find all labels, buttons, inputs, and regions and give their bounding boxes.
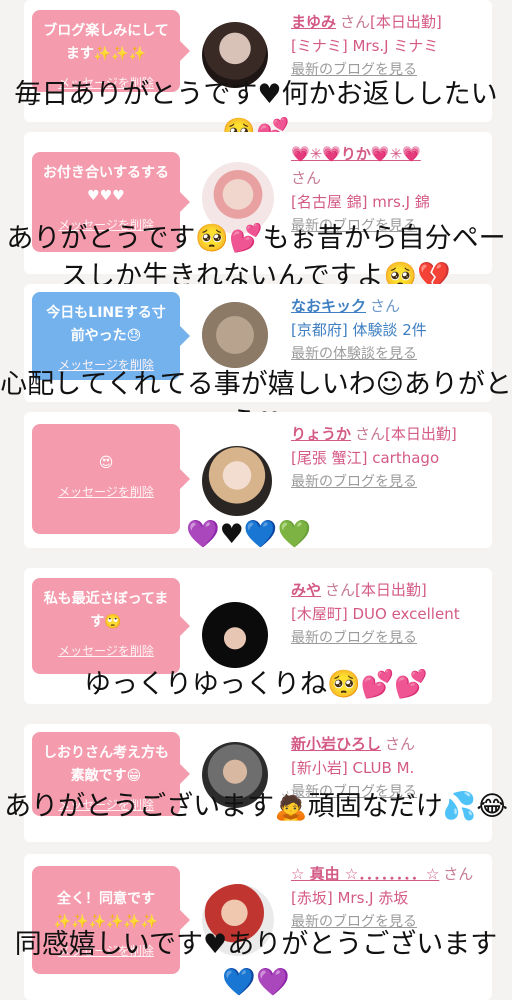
sender-info: まゆみ さん[本日出勤] [ミナミ] Mrs.J ミナミ 最新のブログを見る	[291, 10, 486, 82]
honorific: さん	[385, 735, 416, 753]
shop-label: [赤坂] Mrs.J 赤坂	[291, 889, 409, 907]
honorific: さん	[355, 425, 386, 443]
avatar[interactable]	[202, 602, 268, 668]
message-text: 😍	[98, 455, 114, 471]
sender-name[interactable]: なおキック	[291, 297, 366, 315]
message-text: 今日もLINEする寸前やった😓	[46, 305, 166, 344]
sender-name[interactable]: まゆみ	[291, 13, 336, 31]
shop-label: [名古屋 錦] mrs.J 錦	[291, 193, 430, 211]
honorific: さん	[325, 581, 356, 599]
sender-name[interactable]: みや	[291, 581, 321, 599]
sender-name[interactable]: りょうか	[291, 425, 351, 443]
overlay-hearts: 💜♥💙💚	[186, 519, 312, 550]
message-text: ブログ楽しみにしてます✨✨✨	[43, 23, 169, 62]
shop-label: [京都府] 体験談 2件	[291, 321, 427, 339]
message-text: 全く！同意です✨✨✨✨✨✨	[53, 891, 159, 930]
sender-info: なおキック さん [京都府] 体験談 2件 最新の体験談を見る	[291, 294, 486, 366]
status-badge: [本日出勤]	[385, 425, 457, 443]
shop-label: [木屋町] DUO excellent	[291, 605, 460, 623]
delete-message-link[interactable]: メッセージを削除	[42, 640, 170, 663]
sender-name[interactable]: ☆ 真由 ☆．．．．．．．．☆	[291, 865, 439, 883]
sender-name[interactable]: 💗✳💗りか💗✳💗	[291, 145, 421, 163]
message-text: 私も最近さぼってます🙄	[43, 591, 169, 630]
avatar[interactable]	[202, 446, 272, 516]
sender-info: みや さん[本日出勤] [木屋町] DUO excellent 最新のブログを見る	[291, 578, 486, 650]
honorific: さん	[340, 13, 371, 31]
sender-info: ☆ 真由 ☆．．．．．．．．☆ さん [赤坂] Mrs.J 赤坂 最新のブログを見…	[291, 862, 486, 934]
message-bubble: 私も最近さぼってます🙄 メッセージを削除	[32, 578, 190, 674]
honorific: さん	[443, 865, 474, 883]
delete-message-link[interactable]: メッセージを削除	[42, 481, 170, 504]
shop-label: [新小岩] CLUB M.	[291, 759, 415, 777]
shop-label: [尾張 蟹江] carthago	[291, 449, 440, 467]
shop-label: [ミナミ] Mrs.J ミナミ	[291, 37, 439, 55]
sender-name[interactable]: 新小岩ひろし	[291, 735, 381, 753]
latest-blog-link[interactable]: 最新のブログを見る	[291, 626, 486, 650]
honorific: さん	[370, 297, 401, 315]
overlay-caption: ゆっくりゆっくりね🥺💕💕	[84, 669, 428, 700]
message-bubble: 😍 メッセージを削除	[32, 424, 190, 534]
overlay-caption: 同感嬉しいです♥ありがとうございます💙💜	[14, 929, 498, 998]
message-text: お付き合いするする♥♥♥	[43, 165, 169, 204]
overlay-caption: ありがとうございます🙇頑固なだけ💦😂	[4, 791, 508, 822]
latest-blog-link[interactable]: 最新のブログを見る	[291, 470, 486, 494]
message-text: しおりさん考え方も素敵です😁	[43, 745, 169, 784]
avatar[interactable]	[202, 302, 268, 368]
honorific: さん	[291, 169, 322, 187]
status-badge: [本日出勤]	[355, 581, 427, 599]
status-badge: [本日出勤]	[370, 13, 442, 31]
sender-info: りょうか さん[本日出勤] [尾張 蟹江] carthago 最新のブログを見る	[291, 422, 486, 494]
latest-experience-link[interactable]: 最新の体験談を見る	[291, 342, 486, 366]
